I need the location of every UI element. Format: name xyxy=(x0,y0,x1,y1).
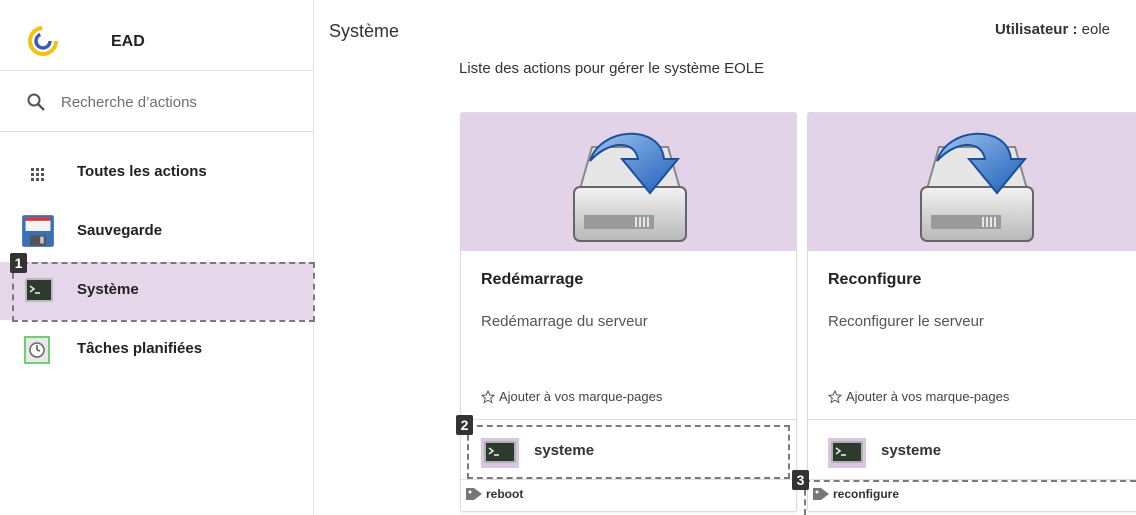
sidebar-item-all-actions[interactable]: Toutes les actions xyxy=(0,144,313,202)
card-title: Reconfigure xyxy=(828,271,922,288)
step-marker-3: 3 xyxy=(792,470,809,490)
tag-icon xyxy=(466,488,482,500)
search-icon[interactable] xyxy=(26,92,46,112)
user-label: Utilisateur : xyxy=(994,21,1078,38)
terminal-icon xyxy=(828,438,866,468)
page-description: Liste des actions pour gérer le système … xyxy=(459,60,765,77)
sidebar-item-sauvegarde[interactable]: Sauvegarde xyxy=(0,203,313,261)
sidebar-item-label: Sauvegarde xyxy=(77,222,163,239)
highlight-frame-1 xyxy=(12,262,315,322)
bookmark-label: Ajouter à vos marque-pages xyxy=(499,389,663,404)
sidebar-item-label: Tâches planifiées xyxy=(77,340,203,357)
card-description: Reconfigurer le serveur xyxy=(828,313,984,330)
action-card-reconfigure[interactable]: Reconfigure Reconfigurer le serveur Ajou… xyxy=(807,112,1136,512)
module-label: systeme xyxy=(881,442,942,459)
card-description: Redémarrage du serveur xyxy=(481,313,648,330)
star-icon xyxy=(481,389,495,404)
search-input[interactable] xyxy=(61,91,291,113)
page-title: Système xyxy=(329,21,400,41)
card-title: Redémarrage xyxy=(481,271,584,288)
star-icon xyxy=(828,389,842,404)
sidebar-item-taches-planifiees[interactable]: Tâches planifiées xyxy=(0,321,313,379)
bookmark-link[interactable]: Ajouter à vos marque-pages xyxy=(481,389,662,404)
user-name: eole xyxy=(1081,21,1110,38)
grid-icon xyxy=(31,168,44,181)
tag-reboot[interactable]: reboot xyxy=(465,487,523,501)
sidebar: EAD Toutes les actions Sauvegarde xyxy=(0,0,314,515)
bookmark-label: Ajouter à vos marque-pages xyxy=(846,389,1010,404)
ead-logo-icon xyxy=(28,26,58,56)
bookmark-link[interactable]: Ajouter à vos marque-pages xyxy=(828,389,1009,404)
app-title: EAD xyxy=(111,33,145,50)
disk-install-icon xyxy=(920,132,1034,242)
step-marker-1: 1 xyxy=(10,253,27,273)
disk-install-icon xyxy=(573,132,687,242)
module-row[interactable]: systeme xyxy=(808,419,1136,480)
tag-label: reboot xyxy=(486,487,524,501)
tag-row: reboot xyxy=(461,479,796,514)
card-banner xyxy=(808,113,1136,251)
floppy-disk-icon xyxy=(22,215,54,247)
brand-header: EAD xyxy=(0,0,313,71)
sidebar-item-label: Toutes les actions xyxy=(77,163,207,180)
step-marker-2: 2 xyxy=(456,415,473,435)
user-info: Utilisateur : eole xyxy=(995,21,1110,38)
card-banner xyxy=(461,113,796,251)
highlight-frame-2 xyxy=(467,425,790,479)
clock-icon xyxy=(24,336,50,364)
highlight-frame-3 xyxy=(804,480,1136,515)
